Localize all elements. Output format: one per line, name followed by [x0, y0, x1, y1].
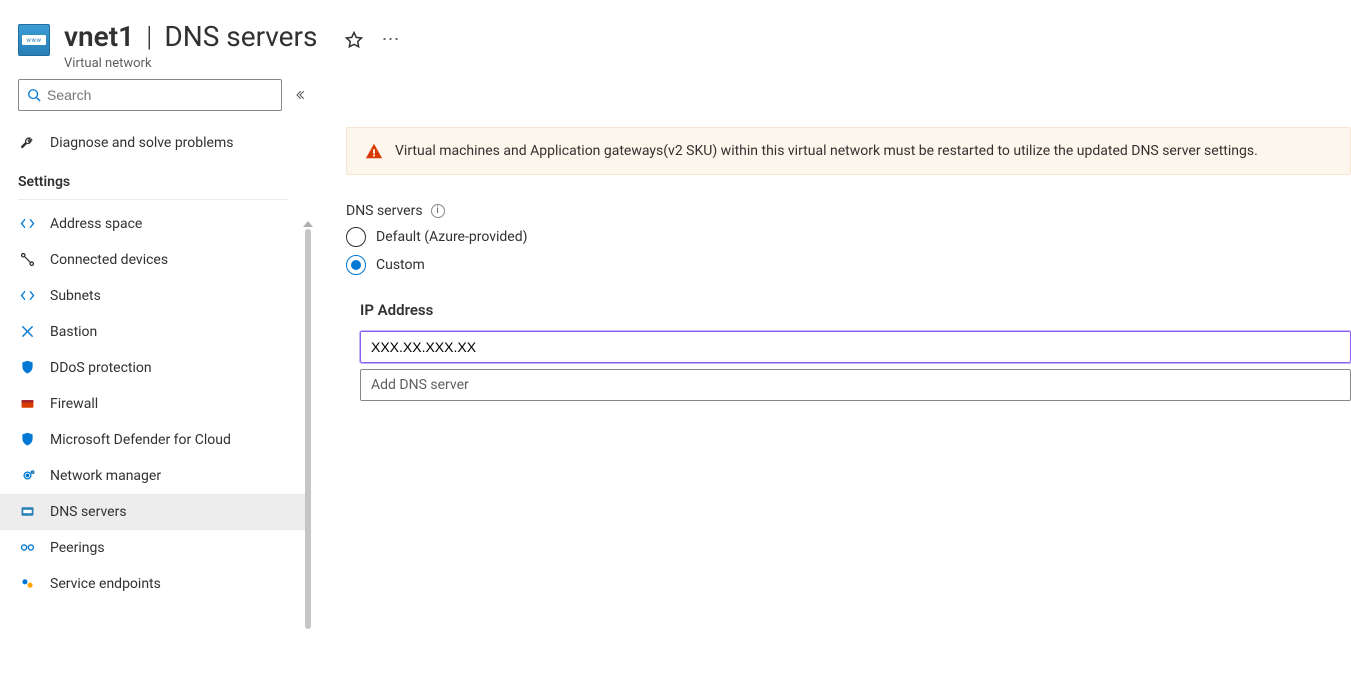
firewall-icon [18, 395, 36, 413]
nav-item-firewall[interactable]: Firewall [0, 386, 306, 422]
nav-item-label: Subnets [50, 288, 101, 304]
sidebar: Diagnose and solve problems Settings Add… [0, 79, 306, 680]
search-icon [27, 88, 41, 102]
nav-item-label: Peerings [50, 540, 105, 556]
add-dns-server-input[interactable]: Add DNS server [360, 369, 1351, 401]
nav-item-label: Address space [50, 216, 142, 232]
nav-item-label: Firewall [50, 396, 98, 412]
service-endpoints-icon [18, 575, 36, 593]
search-input[interactable] [47, 87, 273, 103]
wrench-icon [18, 134, 36, 152]
collapse-sidebar-icon[interactable] [294, 88, 306, 102]
resource-name: vnet1 [64, 20, 134, 54]
nav-item-ddos[interactable]: DDoS protection [0, 350, 306, 386]
radio-label: Custom [376, 257, 425, 273]
blade-title: DNS servers [164, 20, 317, 53]
vnet-icon: www [18, 24, 50, 56]
resource-type-label: Virtual network [64, 56, 399, 71]
dns-servers-icon [18, 503, 36, 521]
favorite-star-icon[interactable] [345, 31, 363, 49]
subnets-icon [18, 287, 36, 305]
nav-item-service-endpoints[interactable]: Service endpoints [0, 566, 306, 602]
nav-item-label: DDoS protection [50, 360, 152, 376]
defender-icon [18, 431, 36, 449]
connected-devices-icon [18, 251, 36, 269]
title-divider: | [144, 20, 154, 53]
warning-icon [365, 142, 383, 160]
nav-item-network-manager[interactable]: Network manager [0, 458, 306, 494]
nav-item-connected-devices[interactable]: Connected devices [0, 242, 306, 278]
shield-icon [18, 359, 36, 377]
ip-address-heading: IP Address [360, 301, 1351, 319]
peerings-icon [18, 539, 36, 557]
page-header: www vnet1 | DNS servers ⋯ Virtual networ… [0, 0, 1351, 79]
dns-servers-label: DNS servers [346, 203, 423, 219]
radio-circle [346, 255, 366, 275]
nav-item-label: Connected devices [50, 252, 168, 268]
nav-item-address-space[interactable]: Address space [0, 206, 306, 242]
radio-custom[interactable]: Custom [346, 255, 1351, 275]
nav-item-subnets[interactable]: Subnets [0, 278, 306, 314]
radio-label: Default (Azure-provided) [376, 229, 527, 245]
nav-item-label: Service endpoints [50, 576, 161, 592]
warning-banner: Virtual machines and Application gateway… [346, 127, 1351, 175]
nav-item-label: Diagnose and solve problems [50, 135, 233, 151]
nav-item-label: Bastion [50, 324, 97, 340]
more-actions-icon[interactable]: ⋯ [381, 31, 399, 49]
nav-item-dns-servers[interactable]: DNS servers [0, 494, 306, 530]
radio-default[interactable]: Default (Azure-provided) [346, 227, 1351, 247]
radio-circle [346, 227, 366, 247]
sidebar-search[interactable] [18, 79, 282, 111]
main-content: Virtual machines and Application gateway… [306, 79, 1351, 680]
dns-mode-radio-group: Default (Azure-provided) Custom [346, 227, 1351, 275]
nav-item-label: DNS servers [50, 504, 127, 520]
network-manager-icon [18, 467, 36, 485]
address-space-icon [18, 215, 36, 233]
nav-item-label: Microsoft Defender for Cloud [50, 432, 231, 448]
nav-item-defender[interactable]: Microsoft Defender for Cloud [0, 422, 306, 458]
nav-group-settings: Settings [18, 165, 288, 200]
nav-item-peerings[interactable]: Peerings [0, 530, 306, 566]
nav-item-diagnose[interactable]: Diagnose and solve problems [0, 125, 306, 161]
info-icon[interactable]: i [431, 204, 445, 218]
ip-address-input[interactable] [360, 331, 1351, 363]
nav-item-bastion[interactable]: Bastion [0, 314, 306, 350]
nav-item-label: Network manager [50, 468, 161, 484]
sidebar-nav: Diagnose and solve problems Settings Add… [0, 125, 306, 602]
bastion-icon [18, 323, 36, 341]
warning-text: Virtual machines and Application gateway… [395, 143, 1258, 159]
